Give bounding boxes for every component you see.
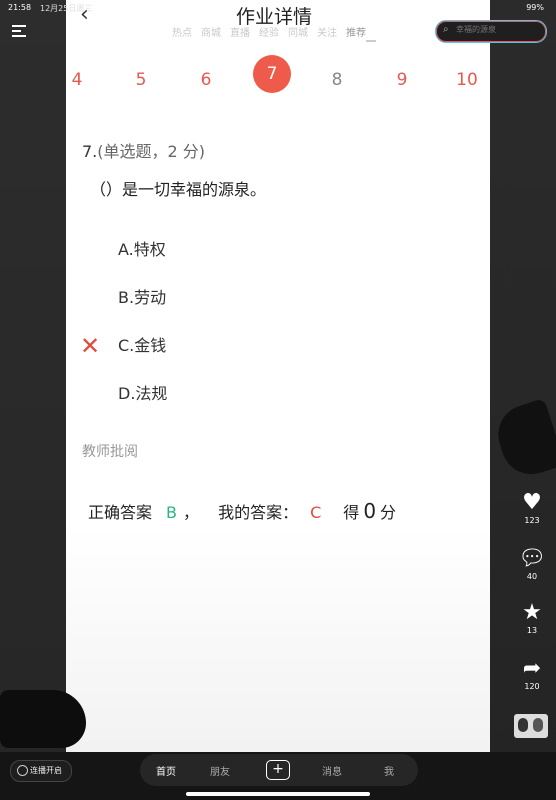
tab-hot[interactable]: 热点	[172, 24, 192, 39]
tab-following[interactable]: 关注	[317, 24, 337, 39]
like-button[interactable]: ♥ 123	[512, 490, 552, 525]
left-video-background	[0, 0, 66, 800]
separator: ，	[183, 503, 200, 522]
redaction-mark	[0, 690, 86, 748]
autoplay-toggle[interactable]: 连播开启	[10, 760, 72, 782]
comment-button[interactable]: 💬︎ 40	[512, 546, 552, 581]
autoplay-label: 连播开启	[30, 766, 62, 775]
bottom-nav: 首页 朋友 + 消息 我	[140, 754, 418, 786]
question-number-9[interactable]: 9	[383, 61, 421, 99]
share-icon: ➦	[522, 656, 542, 681]
search-input[interactable]	[454, 24, 544, 35]
create-button[interactable]: +	[266, 760, 290, 780]
home-indicator	[186, 792, 370, 796]
question-text: （）是一切幸福的源泉。	[90, 180, 267, 199]
question-number-10[interactable]: 10	[448, 61, 486, 99]
search-icon: ⌕	[443, 24, 449, 35]
nav-home[interactable]: 首页	[156, 763, 176, 778]
option-b[interactable]: B.劳动	[118, 284, 166, 308]
question-number-7-current[interactable]: 7	[253, 55, 291, 93]
tab-mall[interactable]: 商城	[201, 24, 221, 39]
question-number-5[interactable]: 5	[122, 61, 160, 99]
homework-card	[66, 0, 490, 752]
question-type: (单选题，2 分)	[97, 142, 206, 161]
my-answer-value: C	[310, 503, 322, 522]
question-header: 7.(单选题，2 分)	[82, 138, 205, 162]
menu-icon[interactable]	[12, 25, 26, 40]
nav-messages[interactable]: 消息	[322, 763, 342, 778]
nav-me[interactable]: 我	[384, 763, 394, 778]
nav-friends[interactable]: 朋友	[210, 763, 230, 778]
star-icon: ★	[522, 600, 542, 625]
heart-icon: ♥	[522, 490, 542, 515]
comment-icon: 💬︎	[518, 546, 546, 571]
question-number: 7.	[82, 142, 98, 161]
music-avatar[interactable]	[514, 714, 548, 738]
question-number-nav: 4 5 6 7 8 9 10	[66, 55, 490, 95]
question-number-4[interactable]: 4	[58, 61, 96, 99]
tab-experience[interactable]: 经验	[259, 24, 279, 39]
back-arrow-icon[interactable]: ‹	[80, 2, 89, 27]
question-number-6[interactable]: 6	[187, 61, 225, 99]
my-answer-label: 我的答案：	[218, 503, 299, 522]
active-tab-indicator	[366, 40, 376, 42]
share-button[interactable]: ➦ 120	[512, 656, 552, 691]
teacher-review-label: 教师批阅	[82, 444, 138, 460]
tab-recommend[interactable]: 推荐	[346, 24, 366, 39]
feed-tabs: 热点 商城 直播 经验 同城 关注 推荐	[172, 24, 366, 39]
question-number-8[interactable]: 8	[318, 61, 356, 99]
search-box[interactable]: ⌕	[435, 20, 547, 43]
correct-answer-value: B	[166, 503, 177, 522]
score-label: 得	[343, 503, 360, 522]
option-c[interactable]: C.金钱	[118, 332, 166, 356]
tab-local[interactable]: 同城	[288, 24, 308, 39]
favorite-count: 13	[526, 626, 538, 635]
tab-live[interactable]: 直播	[230, 24, 250, 39]
score-value: 0	[363, 499, 377, 523]
status-time: 21:58	[8, 3, 32, 12]
favorite-button[interactable]: ★ 13	[512, 600, 552, 635]
option-a[interactable]: A.特权	[118, 236, 166, 260]
like-count: 123	[524, 516, 540, 525]
score-unit: 分	[380, 503, 397, 522]
battery-level: 99%	[526, 3, 544, 12]
comment-count: 40	[526, 572, 538, 581]
wifi-icon: ◠	[479, 3, 486, 12]
share-count: 120	[524, 682, 540, 691]
answer-summary: 正确答案 B ， 我的答案： C 得 0 分	[88, 499, 396, 523]
wrong-answer-icon: ✕	[80, 332, 101, 360]
option-d[interactable]: D.法规	[118, 380, 167, 404]
correct-answer-label: 正确答案	[88, 503, 153, 522]
autoplay-icon	[17, 765, 28, 776]
